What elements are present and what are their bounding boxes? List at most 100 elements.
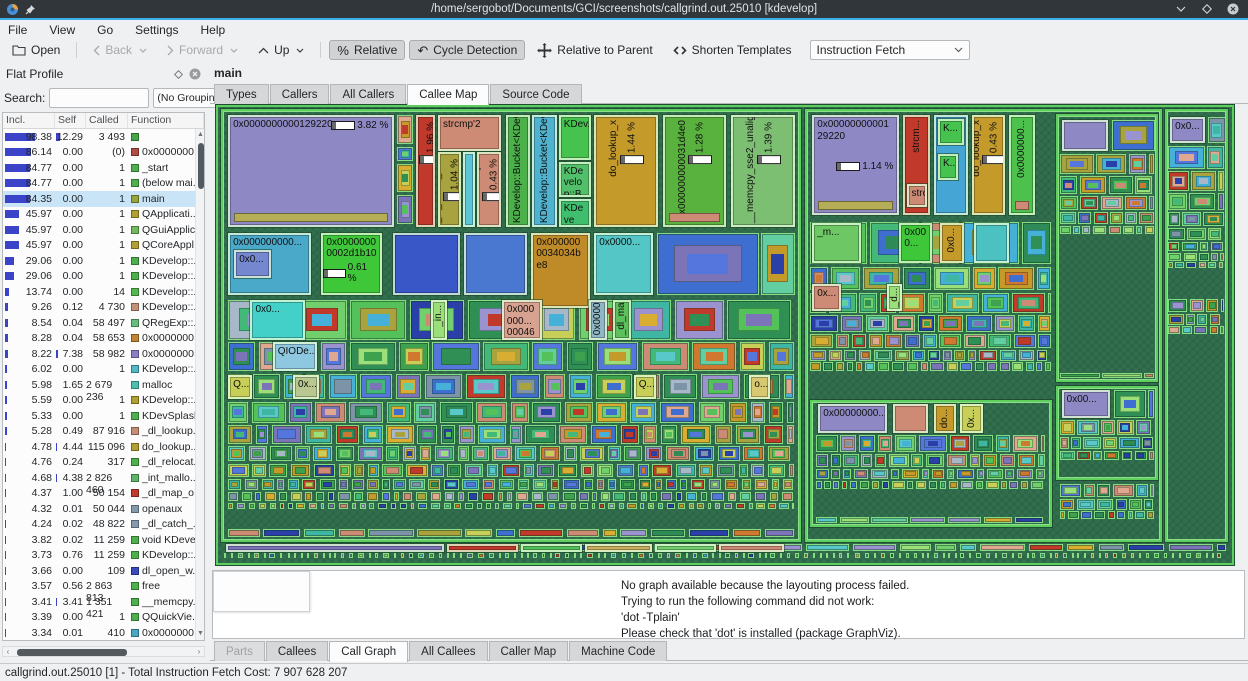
- treemap-cell[interactable]: [1203, 212, 1223, 226]
- treemap-block[interactable]: [893, 404, 927, 432]
- treemap-cell[interactable]: [847, 553, 850, 559]
- treemap-cell[interactable]: [1084, 553, 1086, 559]
- treemap-cell[interactable]: [881, 553, 885, 559]
- treemap-cell[interactable]: [810, 334, 833, 348]
- treemap-cell[interactable]: [339, 529, 365, 536]
- treemap-cell[interactable]: [288, 553, 290, 559]
- treemap-cell[interactable]: [288, 479, 299, 490]
- treemap-cell[interactable]: [1068, 511, 1079, 519]
- treemap-cell[interactable]: [748, 553, 753, 559]
- treemap-cell[interactable]: [1078, 212, 1091, 223]
- treemap-cell[interactable]: [756, 503, 764, 509]
- treemap-cell[interactable]: [1099, 553, 1101, 559]
- treemap-cell[interactable]: [1122, 451, 1133, 460]
- treemap-cell[interactable]: [968, 350, 977, 361]
- table-row[interactable]: 3.340.014100x0000000...: [3, 625, 204, 641]
- treemap-cell[interactable]: [400, 503, 407, 509]
- treemap-cell[interactable]: [724, 503, 732, 509]
- treemap-cell[interactable]: [592, 503, 596, 509]
- treemap-cell[interactable]: [899, 293, 925, 313]
- treemap-cell[interactable]: [975, 362, 984, 370]
- treemap-cell[interactable]: [1097, 484, 1111, 498]
- treemap-cell[interactable]: [547, 492, 559, 501]
- treemap-cell[interactable]: [826, 553, 828, 559]
- open-button[interactable]: Open: [4, 40, 68, 60]
- treemap-cell[interactable]: [567, 342, 593, 371]
- treemap-cell[interactable]: [961, 481, 973, 489]
- treemap-cell[interactable]: [1169, 544, 1213, 551]
- treemap-cell[interactable]: [338, 492, 351, 501]
- treemap-cell[interactable]: [579, 492, 588, 501]
- table-row[interactable]: 8.540.0458 497QRegExp::...: [3, 315, 204, 331]
- treemap-cell[interactable]: [441, 425, 455, 443]
- treemap-cell[interactable]: [465, 464, 483, 477]
- treemap-cell[interactable]: [839, 553, 842, 559]
- treemap-cell[interactable]: [667, 553, 671, 559]
- treemap-cell[interactable]: [270, 503, 277, 509]
- treemap-cell[interactable]: [418, 503, 427, 509]
- treemap-cell[interactable]: [516, 503, 519, 509]
- treemap-cell[interactable]: [435, 446, 454, 462]
- treemap-cell[interactable]: [1194, 326, 1207, 334]
- treemap-cell[interactable]: [976, 553, 981, 559]
- treemap-cell[interactable]: [1014, 334, 1036, 348]
- treemap-block[interactable]: 0x0...: [250, 300, 305, 339]
- treemap-cell[interactable]: [1218, 193, 1224, 210]
- treemap-cell[interactable]: [755, 479, 769, 490]
- treemap-cell[interactable]: [829, 350, 841, 361]
- treemap-cell[interactable]: [955, 553, 957, 559]
- treemap-cell[interactable]: [638, 553, 643, 559]
- treemap-cell[interactable]: [831, 454, 841, 467]
- treemap-cell[interactable]: [658, 553, 662, 559]
- scroll-up-icon[interactable]: ▲: [196, 130, 205, 140]
- treemap-cell[interactable]: [675, 553, 681, 559]
- treemap-cell[interactable]: [406, 464, 427, 477]
- treemap-cell[interactable]: [912, 350, 925, 361]
- treemap-cell[interactable]: [466, 374, 507, 399]
- treemap-cell[interactable]: [946, 293, 980, 313]
- treemap-cell[interactable]: [597, 464, 613, 477]
- treemap-cell[interactable]: [871, 517, 907, 522]
- treemap-cell[interactable]: [558, 464, 577, 477]
- treemap-cell[interactable]: [676, 464, 696, 477]
- tab-all-callers[interactable]: All Callers: [330, 84, 406, 104]
- treemap-cell[interactable]: [280, 503, 284, 509]
- treemap-cell[interactable]: [360, 374, 392, 399]
- menu-help[interactable]: Help: [201, 23, 226, 37]
- treemap-cell[interactable]: [892, 362, 904, 370]
- treemap-cell[interactable]: [970, 454, 981, 467]
- treemap-cell[interactable]: [514, 553, 516, 559]
- scroll-left-icon[interactable]: ‹: [3, 647, 13, 656]
- treemap-cell[interactable]: [1145, 226, 1154, 235]
- treemap-cell[interactable]: [900, 544, 931, 551]
- treemap-cell[interactable]: [527, 553, 529, 559]
- treemap-cell[interactable]: [770, 492, 778, 501]
- treemap-cell[interactable]: [397, 164, 412, 192]
- treemap-cell[interactable]: [613, 492, 625, 501]
- treemap-cell[interactable]: [919, 435, 947, 451]
- treemap-cell[interactable]: [1189, 193, 1215, 210]
- treemap-cell[interactable]: [1168, 326, 1180, 334]
- treemap-cell[interactable]: [382, 479, 389, 490]
- table-row[interactable]: 4.784.44115 096do_lookup...: [3, 439, 204, 455]
- treemap-cell[interactable]: [907, 481, 913, 489]
- treemap-cell[interactable]: [1072, 553, 1074, 559]
- treemap-cell[interactable]: [976, 481, 984, 489]
- treemap-cell[interactable]: [980, 544, 1025, 551]
- treemap-cell[interactable]: [629, 492, 637, 501]
- treemap-cell[interactable]: [307, 553, 309, 559]
- treemap-cell[interactable]: [1199, 262, 1206, 268]
- treemap-cell[interactable]: [1045, 362, 1051, 370]
- treemap-cell[interactable]: [769, 342, 795, 371]
- treemap-cell[interactable]: [1168, 299, 1187, 313]
- treemap-cell[interactable]: [598, 553, 600, 559]
- treemap-cell[interactable]: [645, 446, 662, 462]
- treemap-cell[interactable]: [810, 350, 826, 361]
- treemap-cell[interactable]: [624, 446, 641, 462]
- treemap-cell[interactable]: [973, 267, 996, 291]
- treemap-cell[interactable]: [728, 492, 737, 501]
- treemap-cell[interactable]: [489, 553, 495, 559]
- treemap-cell[interactable]: [751, 402, 765, 423]
- treemap-cell[interactable]: [574, 553, 576, 559]
- treemap-cell[interactable]: [1018, 454, 1035, 467]
